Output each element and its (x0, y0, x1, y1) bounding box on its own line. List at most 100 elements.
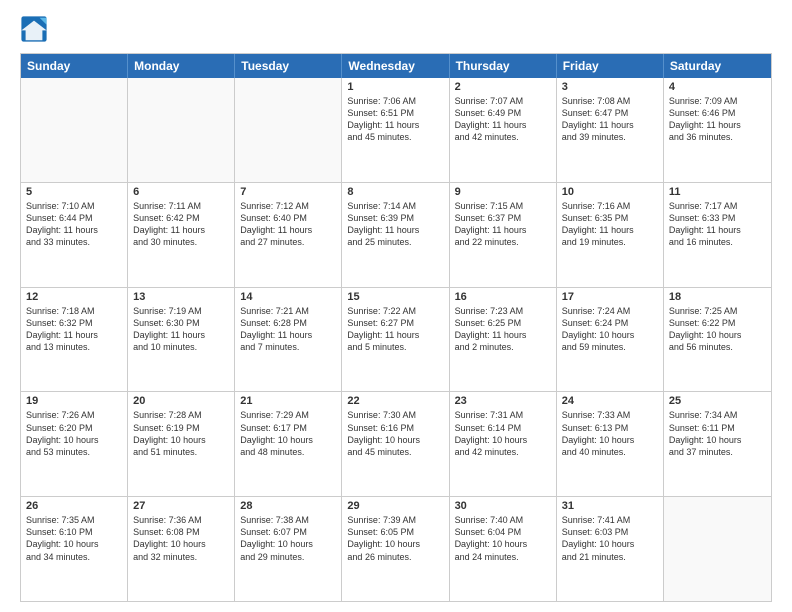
day-info: Sunrise: 7:24 AM Sunset: 6:24 PM Dayligh… (562, 305, 658, 354)
day-number: 2 (455, 81, 551, 93)
day-cell-17: 17 Sunrise: 7:24 AM Sunset: 6:24 PM Dayli… (557, 288, 664, 392)
day-cell-10: 10Sunrise: 7:16 AM Sunset: 6:35 PM Dayli… (557, 183, 664, 287)
day-cell-25: 25 Sunrise: 7:34 AM Sunset: 6:11 PM Dayli… (664, 392, 771, 496)
day-cell-12: 12 Sunrise: 7:18 AM Sunset: 6:32 PM Dayli… (21, 288, 128, 392)
day-number: 11 (669, 186, 766, 198)
day-cell-empty-0-2 (235, 78, 342, 182)
weekday-header-thursday: Thursday (450, 54, 557, 78)
day-info: Sunrise: 7:10 AM Sunset: 6:44 PM Dayligh… (26, 200, 122, 249)
day-cell-28: 28Sunrise: 7:38 AM Sunset: 6:07 PM Dayli… (235, 497, 342, 601)
day-cell-empty-4-6 (664, 497, 771, 601)
weekday-header-tuesday: Tuesday (235, 54, 342, 78)
page: SundayMondayTuesdayWednesdayThursdayFrid… (0, 0, 792, 612)
day-info: Sunrise: 7:26 AM Sunset: 6:20 PM Dayligh… (26, 409, 122, 458)
calendar-header: SundayMondayTuesdayWednesdayThursdayFrid… (21, 54, 771, 78)
day-info: Sunrise: 7:21 AM Sunset: 6:28 PM Dayligh… (240, 305, 336, 354)
day-cell-7: 7Sunrise: 7:12 AM Sunset: 6:40 PM Daylig… (235, 183, 342, 287)
day-cell-3: 3 Sunrise: 7:08 AM Sunset: 6:47 PM Daylig… (557, 78, 664, 182)
header (20, 15, 772, 43)
day-info: Sunrise: 7:07 AM Sunset: 6:49 PM Dayligh… (455, 95, 551, 144)
day-number: 19 (26, 395, 122, 407)
day-info: Sunrise: 7:14 AM Sunset: 6:39 PM Dayligh… (347, 200, 443, 249)
day-cell-22: 22 Sunrise: 7:30 AM Sunset: 6:16 PM Dayli… (342, 392, 449, 496)
day-number: 21 (240, 395, 336, 407)
weekday-header-saturday: Saturday (664, 54, 771, 78)
day-number: 20 (133, 395, 229, 407)
day-cell-30: 30 Sunrise: 7:40 AM Sunset: 6:04 PM Dayli… (450, 497, 557, 601)
day-info: Sunrise: 7:19 AM Sunset: 6:30 PM Dayligh… (133, 305, 229, 354)
day-cell-29: 29Sunrise: 7:39 AM Sunset: 6:05 PM Dayli… (342, 497, 449, 601)
day-number: 30 (455, 500, 551, 512)
day-info: Sunrise: 7:11 AM Sunset: 6:42 PM Dayligh… (133, 200, 229, 249)
day-number: 1 (347, 81, 443, 93)
calendar-row-2: 12 Sunrise: 7:18 AM Sunset: 6:32 PM Dayli… (21, 287, 771, 392)
day-number: 23 (455, 395, 551, 407)
day-number: 3 (562, 81, 658, 93)
day-cell-16: 16 Sunrise: 7:23 AM Sunset: 6:25 PM Dayli… (450, 288, 557, 392)
day-number: 6 (133, 186, 229, 198)
day-number: 28 (240, 500, 336, 512)
weekday-header-wednesday: Wednesday (342, 54, 449, 78)
calendar-body: 1Sunrise: 7:06 AM Sunset: 6:51 PM Daylig… (21, 78, 771, 601)
day-number: 24 (562, 395, 658, 407)
day-cell-23: 23Sunrise: 7:31 AM Sunset: 6:14 PM Dayli… (450, 392, 557, 496)
logo-icon (20, 15, 48, 43)
day-number: 5 (26, 186, 122, 198)
weekday-header-sunday: Sunday (21, 54, 128, 78)
day-cell-8: 8 Sunrise: 7:14 AM Sunset: 6:39 PM Daylig… (342, 183, 449, 287)
day-cell-11: 11 Sunrise: 7:17 AM Sunset: 6:33 PM Dayli… (664, 183, 771, 287)
day-info: Sunrise: 7:08 AM Sunset: 6:47 PM Dayligh… (562, 95, 658, 144)
calendar-row-0: 1Sunrise: 7:06 AM Sunset: 6:51 PM Daylig… (21, 78, 771, 182)
day-info: Sunrise: 7:12 AM Sunset: 6:40 PM Dayligh… (240, 200, 336, 249)
day-info: Sunrise: 7:30 AM Sunset: 6:16 PM Dayligh… (347, 409, 443, 458)
day-info: Sunrise: 7:36 AM Sunset: 6:08 PM Dayligh… (133, 514, 229, 563)
day-cell-1: 1Sunrise: 7:06 AM Sunset: 6:51 PM Daylig… (342, 78, 449, 182)
day-cell-9: 9 Sunrise: 7:15 AM Sunset: 6:37 PM Daylig… (450, 183, 557, 287)
day-cell-26: 26 Sunrise: 7:35 AM Sunset: 6:10 PM Dayli… (21, 497, 128, 601)
weekday-header-monday: Monday (128, 54, 235, 78)
day-info: Sunrise: 7:35 AM Sunset: 6:10 PM Dayligh… (26, 514, 122, 563)
day-cell-5: 5 Sunrise: 7:10 AM Sunset: 6:44 PM Daylig… (21, 183, 128, 287)
day-number: 27 (133, 500, 229, 512)
day-info: Sunrise: 7:09 AM Sunset: 6:46 PM Dayligh… (669, 95, 766, 144)
calendar: SundayMondayTuesdayWednesdayThursdayFrid… (20, 53, 772, 602)
day-number: 22 (347, 395, 443, 407)
day-cell-31: 31 Sunrise: 7:41 AM Sunset: 6:03 PM Dayli… (557, 497, 664, 601)
day-number: 14 (240, 291, 336, 303)
day-number: 8 (347, 186, 443, 198)
day-info: Sunrise: 7:25 AM Sunset: 6:22 PM Dayligh… (669, 305, 766, 354)
day-info: Sunrise: 7:41 AM Sunset: 6:03 PM Dayligh… (562, 514, 658, 563)
day-info: Sunrise: 7:17 AM Sunset: 6:33 PM Dayligh… (669, 200, 766, 249)
day-info: Sunrise: 7:40 AM Sunset: 6:04 PM Dayligh… (455, 514, 551, 563)
day-cell-21: 21 Sunrise: 7:29 AM Sunset: 6:17 PM Dayli… (235, 392, 342, 496)
day-cell-18: 18Sunrise: 7:25 AM Sunset: 6:22 PM Dayli… (664, 288, 771, 392)
calendar-row-1: 5 Sunrise: 7:10 AM Sunset: 6:44 PM Daylig… (21, 182, 771, 287)
day-cell-empty-0-1 (128, 78, 235, 182)
day-cell-24: 24 Sunrise: 7:33 AM Sunset: 6:13 PM Dayli… (557, 392, 664, 496)
day-info: Sunrise: 7:16 AM Sunset: 6:35 PM Dayligh… (562, 200, 658, 249)
day-info: Sunrise: 7:29 AM Sunset: 6:17 PM Dayligh… (240, 409, 336, 458)
day-number: 17 (562, 291, 658, 303)
day-number: 12 (26, 291, 122, 303)
day-number: 25 (669, 395, 766, 407)
day-info: Sunrise: 7:28 AM Sunset: 6:19 PM Dayligh… (133, 409, 229, 458)
day-number: 31 (562, 500, 658, 512)
day-number: 13 (133, 291, 229, 303)
day-cell-2: 2 Sunrise: 7:07 AM Sunset: 6:49 PM Daylig… (450, 78, 557, 182)
day-info: Sunrise: 7:15 AM Sunset: 6:37 PM Dayligh… (455, 200, 551, 249)
day-info: Sunrise: 7:18 AM Sunset: 6:32 PM Dayligh… (26, 305, 122, 354)
day-info: Sunrise: 7:34 AM Sunset: 6:11 PM Dayligh… (669, 409, 766, 458)
day-info: Sunrise: 7:22 AM Sunset: 6:27 PM Dayligh… (347, 305, 443, 354)
day-cell-15: 15Sunrise: 7:22 AM Sunset: 6:27 PM Dayli… (342, 288, 449, 392)
day-cell-4: 4 Sunrise: 7:09 AM Sunset: 6:46 PM Daylig… (664, 78, 771, 182)
day-number: 26 (26, 500, 122, 512)
day-info: Sunrise: 7:33 AM Sunset: 6:13 PM Dayligh… (562, 409, 658, 458)
day-cell-19: 19 Sunrise: 7:26 AM Sunset: 6:20 PM Dayli… (21, 392, 128, 496)
day-number: 4 (669, 81, 766, 93)
day-cell-14: 14 Sunrise: 7:21 AM Sunset: 6:28 PM Dayli… (235, 288, 342, 392)
day-number: 9 (455, 186, 551, 198)
day-number: 16 (455, 291, 551, 303)
day-cell-empty-0-0 (21, 78, 128, 182)
day-info: Sunrise: 7:23 AM Sunset: 6:25 PM Dayligh… (455, 305, 551, 354)
day-cell-6: 6 Sunrise: 7:11 AM Sunset: 6:42 PM Daylig… (128, 183, 235, 287)
